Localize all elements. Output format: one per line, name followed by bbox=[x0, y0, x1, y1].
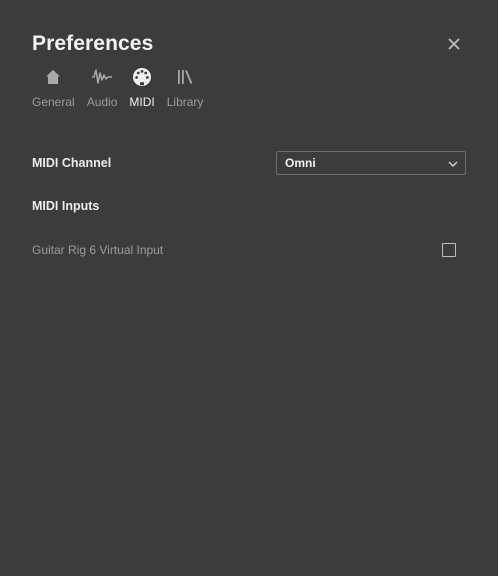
midi-channel-value: Omni bbox=[285, 156, 316, 170]
chevron-down-icon bbox=[447, 157, 459, 175]
tab-audio[interactable]: Audio bbox=[86, 66, 118, 109]
midi-input-name: Guitar Rig 6 Virtual Input bbox=[32, 243, 164, 257]
midi-input-checkbox[interactable] bbox=[442, 243, 456, 257]
tab-label: General bbox=[32, 95, 75, 109]
midi-channel-label: MIDI Channel bbox=[32, 156, 112, 170]
tab-library[interactable]: Library bbox=[166, 66, 204, 109]
midi-channel-select[interactable]: Omni bbox=[276, 151, 466, 175]
waveform-icon bbox=[90, 66, 114, 88]
tab-bar: General Audio MIDI Library bbox=[32, 66, 215, 109]
midi-connector-icon bbox=[130, 66, 154, 88]
midi-inputs-heading: MIDI Inputs bbox=[32, 199, 100, 213]
page-title: Preferences bbox=[32, 32, 154, 55]
home-icon bbox=[41, 66, 65, 88]
tab-label: Audio bbox=[86, 95, 118, 109]
tab-label: Library bbox=[166, 95, 204, 109]
library-icon bbox=[173, 66, 197, 88]
tab-label: MIDI bbox=[129, 95, 155, 109]
close-icon bbox=[448, 38, 460, 50]
tab-midi[interactable]: MIDI bbox=[129, 66, 155, 109]
tab-general[interactable]: General bbox=[32, 66, 75, 109]
close-button[interactable] bbox=[444, 34, 464, 54]
